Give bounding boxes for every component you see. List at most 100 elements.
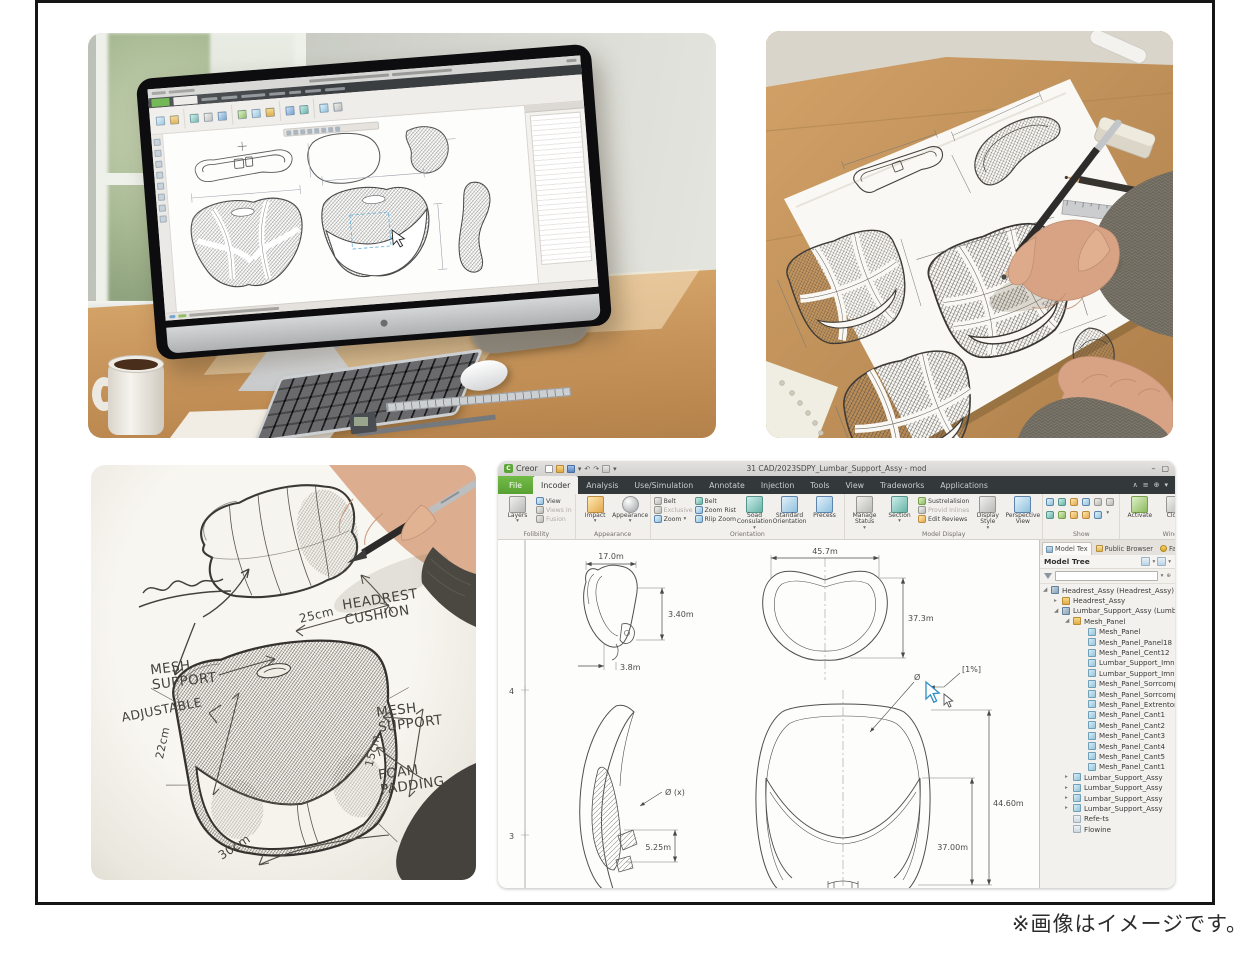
tree-item[interactable]: Mesh_Panel_Cant2: [1040, 720, 1175, 730]
precess-button[interactable]: Precess: [808, 495, 841, 519]
tree-item[interactable]: ▸ Lumbar_Support_Assy: [1040, 782, 1175, 792]
activate-button[interactable]: Activate: [1123, 495, 1156, 519]
tree-item[interactable]: ▸ Headrest_Assy: [1040, 595, 1175, 605]
tree-item[interactable]: ▸ Lumbar_Support_Assy: [1040, 793, 1175, 803]
zoom-button[interactable]: Zoom▾: [654, 515, 693, 523]
section-button[interactable]: Section▾: [883, 495, 916, 523]
dropdown-icon[interactable]: ▾: [1168, 560, 1171, 564]
rlip-zoom-button[interactable]: Rlip Zoom: [695, 515, 736, 523]
ribbon-tab[interactable]: File: [498, 476, 533, 494]
standard-orientation-button[interactable]: Standard Orientation: [773, 495, 806, 526]
expand-icon[interactable]: ▸: [1065, 785, 1073, 791]
belt-button[interactable]: Belt: [695, 497, 736, 505]
menu-icon[interactable]: ≡: [1143, 481, 1149, 489]
tree-item[interactable]: Mesh_Panel_Cant1: [1040, 710, 1175, 720]
show-icon[interactable]: [1070, 498, 1078, 506]
tree-item[interactable]: Refe-ts: [1040, 814, 1175, 824]
dropdown-icon[interactable]: ▾: [1106, 511, 1116, 522]
show-icon[interactable]: [1094, 498, 1102, 506]
dropdown-icon[interactable]: ▾: [578, 465, 582, 473]
sustrelalision-button[interactable]: Sustrelalision: [918, 497, 969, 505]
show-icon[interactable]: [1058, 498, 1066, 506]
layers-button[interactable]: Layers▾: [501, 495, 534, 523]
show-icon[interactable]: [1082, 498, 1090, 506]
filter-icon[interactable]: [1044, 573, 1052, 579]
dropdown-icon[interactable]: ▾: [1152, 560, 1155, 564]
save-icon[interactable]: [567, 465, 575, 473]
tree-item[interactable]: Mesh_Panel_Cent12: [1040, 647, 1175, 657]
tree-item[interactable]: Flowine: [1040, 824, 1175, 834]
exclusive-refocus-button[interactable]: Exclusive: [654, 506, 693, 514]
tree-item[interactable]: Mesh_Panel_Sorrcompra_panel: [1040, 679, 1175, 689]
show-icon[interactable]: [1046, 511, 1054, 519]
expand-icon[interactable]: ▸: [1065, 805, 1073, 811]
tree-item[interactable]: Lumbar_Support_Imnicst_panel: [1040, 658, 1175, 668]
ribbon-tab[interactable]: Tools: [802, 476, 837, 494]
provid-inlines-button[interactable]: Provid Inlines: [918, 506, 969, 514]
ribbon-tab[interactable]: Annotate: [701, 476, 753, 494]
ribbon-tab[interactable]: Incoder: [533, 476, 578, 494]
belt-tool-button[interactable]: Belt: [654, 497, 693, 505]
ribbon-tab[interactable]: Injection: [753, 476, 802, 494]
expand-icon[interactable]: ▸: [1065, 795, 1073, 801]
tree-settings-icon[interactable]: [1141, 557, 1150, 566]
ribbon-tab[interactable]: View: [838, 476, 873, 494]
show-icon[interactable]: [1070, 511, 1078, 519]
expand-icon[interactable]: ▸: [1054, 598, 1062, 604]
expand-icon[interactable]: ◢: [1065, 618, 1073, 624]
minimize-button[interactable]: –: [1151, 464, 1155, 473]
show-icon[interactable]: [1082, 511, 1090, 519]
dropdown-icon[interactable]: ▾: [613, 465, 617, 473]
expand-icon[interactable]: ◢: [1043, 587, 1051, 593]
tree-item[interactable]: Mesh_Panel_Sorrcompra_hanil14: [1040, 689, 1175, 699]
open-icon[interactable]: [556, 465, 564, 473]
tree-columns-icon[interactable]: [1157, 557, 1166, 566]
display-style-button[interactable]: Display Style▾: [971, 495, 1004, 530]
tree-item[interactable]: ▸ Lumbar_Support_Assy: [1040, 803, 1175, 813]
impact-button[interactable]: Impact▾: [579, 495, 612, 523]
soad-consulation-button[interactable]: Soad Consulation▾: [738, 495, 771, 530]
show-icon[interactable]: [1046, 498, 1054, 506]
tree-item[interactable]: Mesh_Panel_Panel18: [1040, 637, 1175, 647]
close-button[interactable]: Close: [1158, 495, 1175, 519]
ribbon-tab[interactable]: Use/Simulation: [626, 476, 701, 494]
tab-model-tree[interactable]: Model Tex: [1042, 542, 1092, 555]
show-icon[interactable]: [1106, 498, 1114, 506]
undo-icon[interactable]: ↶: [584, 465, 590, 473]
manage-status-button[interactable]: Manage Status▾: [848, 495, 881, 530]
appearance-button[interactable]: Appearance▾: [614, 495, 647, 523]
tab-public-browser[interactable]: Public Browser: [1093, 542, 1156, 555]
view-button[interactable]: View: [536, 497, 572, 505]
edit-reviews-button[interactable]: Edit Reviews: [918, 515, 969, 523]
drawing-area[interactable]: 4 3: [498, 540, 1039, 888]
views-in-button[interactable]: Views In: [536, 506, 572, 514]
tree-item[interactable]: ◢ Mesh_Panel: [1040, 616, 1175, 626]
new-document-icon[interactable]: [545, 465, 553, 473]
tree-item[interactable]: ▸ Lumbar_Support_Assy: [1040, 772, 1175, 782]
tree-item[interactable]: Mesh_Panel: [1040, 627, 1175, 637]
expand-icon[interactable]: ◢: [1054, 608, 1062, 614]
tree-item[interactable]: Mesh_Panel_Cant1: [1040, 762, 1175, 772]
maximize-button[interactable]: ▢: [1161, 464, 1169, 473]
tree-item[interactable]: Mesh_Panel_Cant4: [1040, 741, 1175, 751]
regenerate-icon[interactable]: [602, 465, 610, 473]
tab-favorites[interactable]: Favorits: [1157, 542, 1175, 555]
tree-item[interactable]: Mesh_Panel_Cant3: [1040, 730, 1175, 740]
expand-icon[interactable]: ▸: [1065, 774, 1073, 780]
gear-icon[interactable]: ⊕: [1166, 574, 1171, 578]
tree-item[interactable]: ◢ Headrest_Assy (Headrest_Assy): [1040, 585, 1175, 595]
tree-item[interactable]: Mesh_Panel_Extrenton_panel: [1040, 699, 1175, 709]
collapse-ribbon-icon[interactable]: ∧: [1133, 481, 1138, 489]
tree-item[interactable]: ◢ Lumbar_Support_Assy (Lumbar_Suppo: [1040, 606, 1175, 616]
dropdown-icon[interactable]: ▾: [1164, 481, 1168, 489]
ribbon-tab[interactable]: Applications: [932, 476, 996, 494]
tree-item[interactable]: Lumbar_Support_Imnicst_hanil16: [1040, 668, 1175, 678]
tree-filter-input[interactable]: [1055, 571, 1158, 581]
show-icon[interactable]: [1058, 511, 1066, 519]
show-icon[interactable]: [1094, 511, 1102, 519]
fusion-button[interactable]: Fusion: [536, 515, 572, 523]
add-icon[interactable]: ⊕: [1154, 481, 1160, 489]
tree-item[interactable]: Mesh_Panel_Cant5: [1040, 751, 1175, 761]
ribbon-tab[interactable]: Analysis: [578, 476, 626, 494]
perspective-view-button[interactable]: Perspective View: [1006, 495, 1039, 526]
